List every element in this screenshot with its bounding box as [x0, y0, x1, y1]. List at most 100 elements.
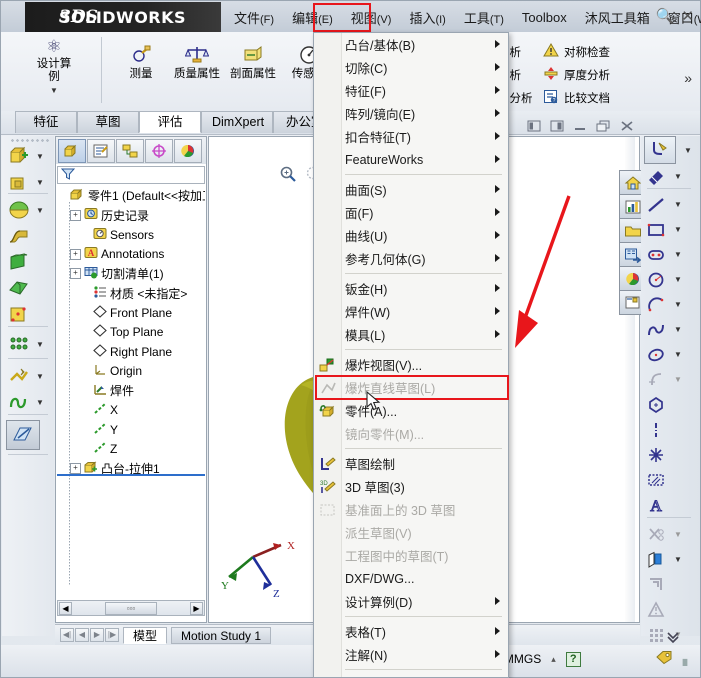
- menu-item-tools[interactable]: 工具(T): [455, 5, 513, 30]
- menu-item-toolbox[interactable]: Toolbox: [513, 7, 576, 28]
- tool-swept-boss[interactable]: [6, 224, 52, 248]
- tool-draft[interactable]: [6, 420, 40, 450]
- restore-right-icon[interactable]: [550, 120, 564, 135]
- tool-fillet-corner[interactable]: ▼: [641, 367, 699, 392]
- tool-convert-entities[interactable]: ▼: [641, 547, 699, 572]
- tool-rectangle[interactable]: ▼: [641, 217, 699, 242]
- property-manager-icon[interactable]: [87, 138, 115, 163]
- menu-surface[interactable]: 曲面(S): [314, 178, 508, 201]
- restore-icon[interactable]: [596, 120, 611, 135]
- menu-weldments[interactable]: 焊件(W): [314, 300, 508, 323]
- tag-icon[interactable]: [655, 650, 673, 668]
- ribbon-mass-properties[interactable]: 质量属性: [169, 40, 225, 81]
- ribbon-section-properties[interactable]: 剖面属性: [225, 40, 281, 81]
- menu-molds[interactable]: 模具(L): [314, 323, 508, 346]
- menu-explode-view[interactable]: 爆炸视图(V)...: [314, 353, 508, 376]
- next-icon[interactable]: ▶: [90, 628, 104, 642]
- chevron-down-icon[interactable]: ▼: [36, 178, 44, 187]
- menu-pattern-mirror[interactable]: 阵列/镜向(E): [314, 102, 508, 125]
- tree-node-x[interactable]: X: [57, 401, 205, 421]
- tree-node-top-plane[interactable]: Top Plane: [57, 323, 205, 343]
- chevron-down-icon[interactable]: ▼: [674, 200, 682, 209]
- tab-model[interactable]: 模型: [123, 626, 168, 644]
- menu-object[interactable]: 对象(O)...: [314, 673, 508, 678]
- close-icon[interactable]: ✕: [681, 7, 694, 25]
- display-manager-icon[interactable]: [174, 138, 202, 163]
- scroll-right-icon[interactable]: ▶: [190, 601, 203, 615]
- scroll-thumb[interactable]: ▫▫▫: [105, 601, 157, 615]
- minimize-icon[interactable]: [573, 120, 587, 135]
- tool-ellipse[interactable]: ▼: [641, 342, 699, 367]
- tree-node-y[interactable]: Y: [57, 420, 205, 440]
- chevron-down-icon[interactable]: ▼: [36, 206, 44, 215]
- ribbon-measure[interactable]: 测量: [113, 40, 169, 81]
- tab-sketch[interactable]: 草图: [77, 111, 139, 133]
- chevron-down-icon[interactable]: ▼: [36, 340, 44, 349]
- feature-tree-filter[interactable]: [57, 166, 205, 184]
- tool-smart-dimension[interactable]: ▼: [641, 164, 699, 189]
- feature-tree[interactable]: 零件1 (Default<<按加工 + 历史记录 Sensors + A Ann…: [57, 186, 205, 586]
- tool-spline[interactable]: ▼: [641, 317, 699, 342]
- tree-node-history[interactable]: + 历史记录: [57, 206, 205, 226]
- menu-curve[interactable]: 曲线(U): [314, 224, 508, 247]
- ribbon-thickness-analysis[interactable]: 厚度分析: [543, 63, 610, 86]
- resize-grip-icon[interactable]: ▖: [683, 652, 692, 666]
- tool-extruded-boss[interactable]: ▼: [6, 144, 52, 168]
- chevron-down-icon[interactable]: ▼: [36, 152, 44, 161]
- menu-design-study[interactable]: 设计算例(D): [314, 590, 508, 613]
- tree-node-weldment[interactable]: 焊件: [57, 381, 205, 401]
- chevron-down-icon[interactable]: ▼: [50, 86, 58, 95]
- menu-feature[interactable]: 特征(F): [314, 79, 508, 102]
- tool-lofted-boss[interactable]: [6, 250, 52, 274]
- tree-node-material[interactable]: 材质 <未指定>: [57, 284, 205, 304]
- tool-line[interactable]: ▼: [641, 192, 699, 217]
- tree-node-annotations[interactable]: + A Annotations: [57, 245, 205, 265]
- menu-tables[interactable]: 表格(T): [314, 620, 508, 643]
- tool-trim-entities[interactable]: ▼: [641, 522, 699, 547]
- menu-reference-geometry[interactable]: 参考几何体(G): [314, 247, 508, 270]
- menu-sketch[interactable]: 草图绘制: [314, 452, 508, 475]
- search-icon[interactable]: 🔍: [656, 7, 675, 25]
- tool-fillet[interactable]: [6, 302, 52, 326]
- chevron-down-icon[interactable]: ▼: [684, 146, 692, 155]
- insert-dropdown-menu[interactable]: 凸台/基体(B) 切除(C) 特征(F) 阵列/镜向(E) 扣合特征(T) Fe…: [313, 32, 509, 678]
- menu-bar[interactable]: 文件(F) 编辑(E) 视图(V) 插入(I) 工具(T) Toolbox 沐风…: [225, 2, 701, 33]
- tree-node-front-plane[interactable]: Front Plane: [57, 303, 205, 323]
- chevron-down-icon[interactable]: ▼: [36, 398, 44, 407]
- tool-centerline[interactable]: [641, 417, 699, 442]
- menu-annotations[interactable]: 注解(N): [314, 643, 508, 666]
- tool-circle[interactable]: ▼: [641, 267, 699, 292]
- tool-extruded-cut[interactable]: ▼: [6, 170, 52, 194]
- tree-node-sensors[interactable]: Sensors: [57, 225, 205, 245]
- restore-left-icon[interactable]: [527, 120, 541, 135]
- tool-slot[interactable]: ▼: [641, 242, 699, 267]
- tool-rib[interactable]: ▼: [6, 364, 52, 388]
- chevron-down-icon[interactable]: ▼: [674, 275, 682, 284]
- menu-3d-sketch[interactable]: 3D 3D 草图(3): [314, 475, 508, 498]
- units-label[interactable]: MMGS: [504, 652, 541, 666]
- toolbar-grip[interactable]: [10, 138, 50, 143]
- menu-item-insert[interactable]: 插入(I): [400, 5, 454, 30]
- close-icon[interactable]: [620, 120, 634, 135]
- ribbon-design-study[interactable]: ⚛ 设计算 例 ▼: [15, 34, 93, 108]
- tool-revolved-boss[interactable]: ▼: [6, 198, 52, 222]
- menu-cut[interactable]: 切除(C): [314, 56, 508, 79]
- tool-relations[interactable]: [641, 597, 699, 622]
- tool-arc[interactable]: ▼: [641, 292, 699, 317]
- first-icon[interactable]: ◀|: [60, 628, 74, 642]
- menu-item-mufeng-toolbox[interactable]: 沐风工具箱: [576, 5, 659, 30]
- chevron-down-icon[interactable]: ▼: [674, 325, 682, 334]
- tree-node-right-plane[interactable]: Right Plane: [57, 342, 205, 362]
- tab-motion-study[interactable]: Motion Study 1: [171, 626, 272, 644]
- chevron-down-icon[interactable]: ▼: [36, 372, 44, 381]
- configuration-manager-icon[interactable]: [116, 138, 144, 163]
- units-caret-icon[interactable]: ▴: [551, 654, 556, 665]
- ribbon-symmetry-check[interactable]: 对称检查: [543, 40, 610, 63]
- tab-dimxpert[interactable]: DimXpert: [201, 111, 273, 133]
- chevron-down-icon[interactable]: ▼: [674, 250, 682, 259]
- dimxpert-manager-icon[interactable]: [145, 138, 173, 163]
- scroll-left-icon[interactable]: ◀: [59, 601, 72, 615]
- tool-boundary-boss[interactable]: [6, 276, 52, 300]
- tool-linear-pattern[interactable]: ▼: [6, 332, 52, 356]
- tree-node-origin[interactable]: Origin: [57, 362, 205, 382]
